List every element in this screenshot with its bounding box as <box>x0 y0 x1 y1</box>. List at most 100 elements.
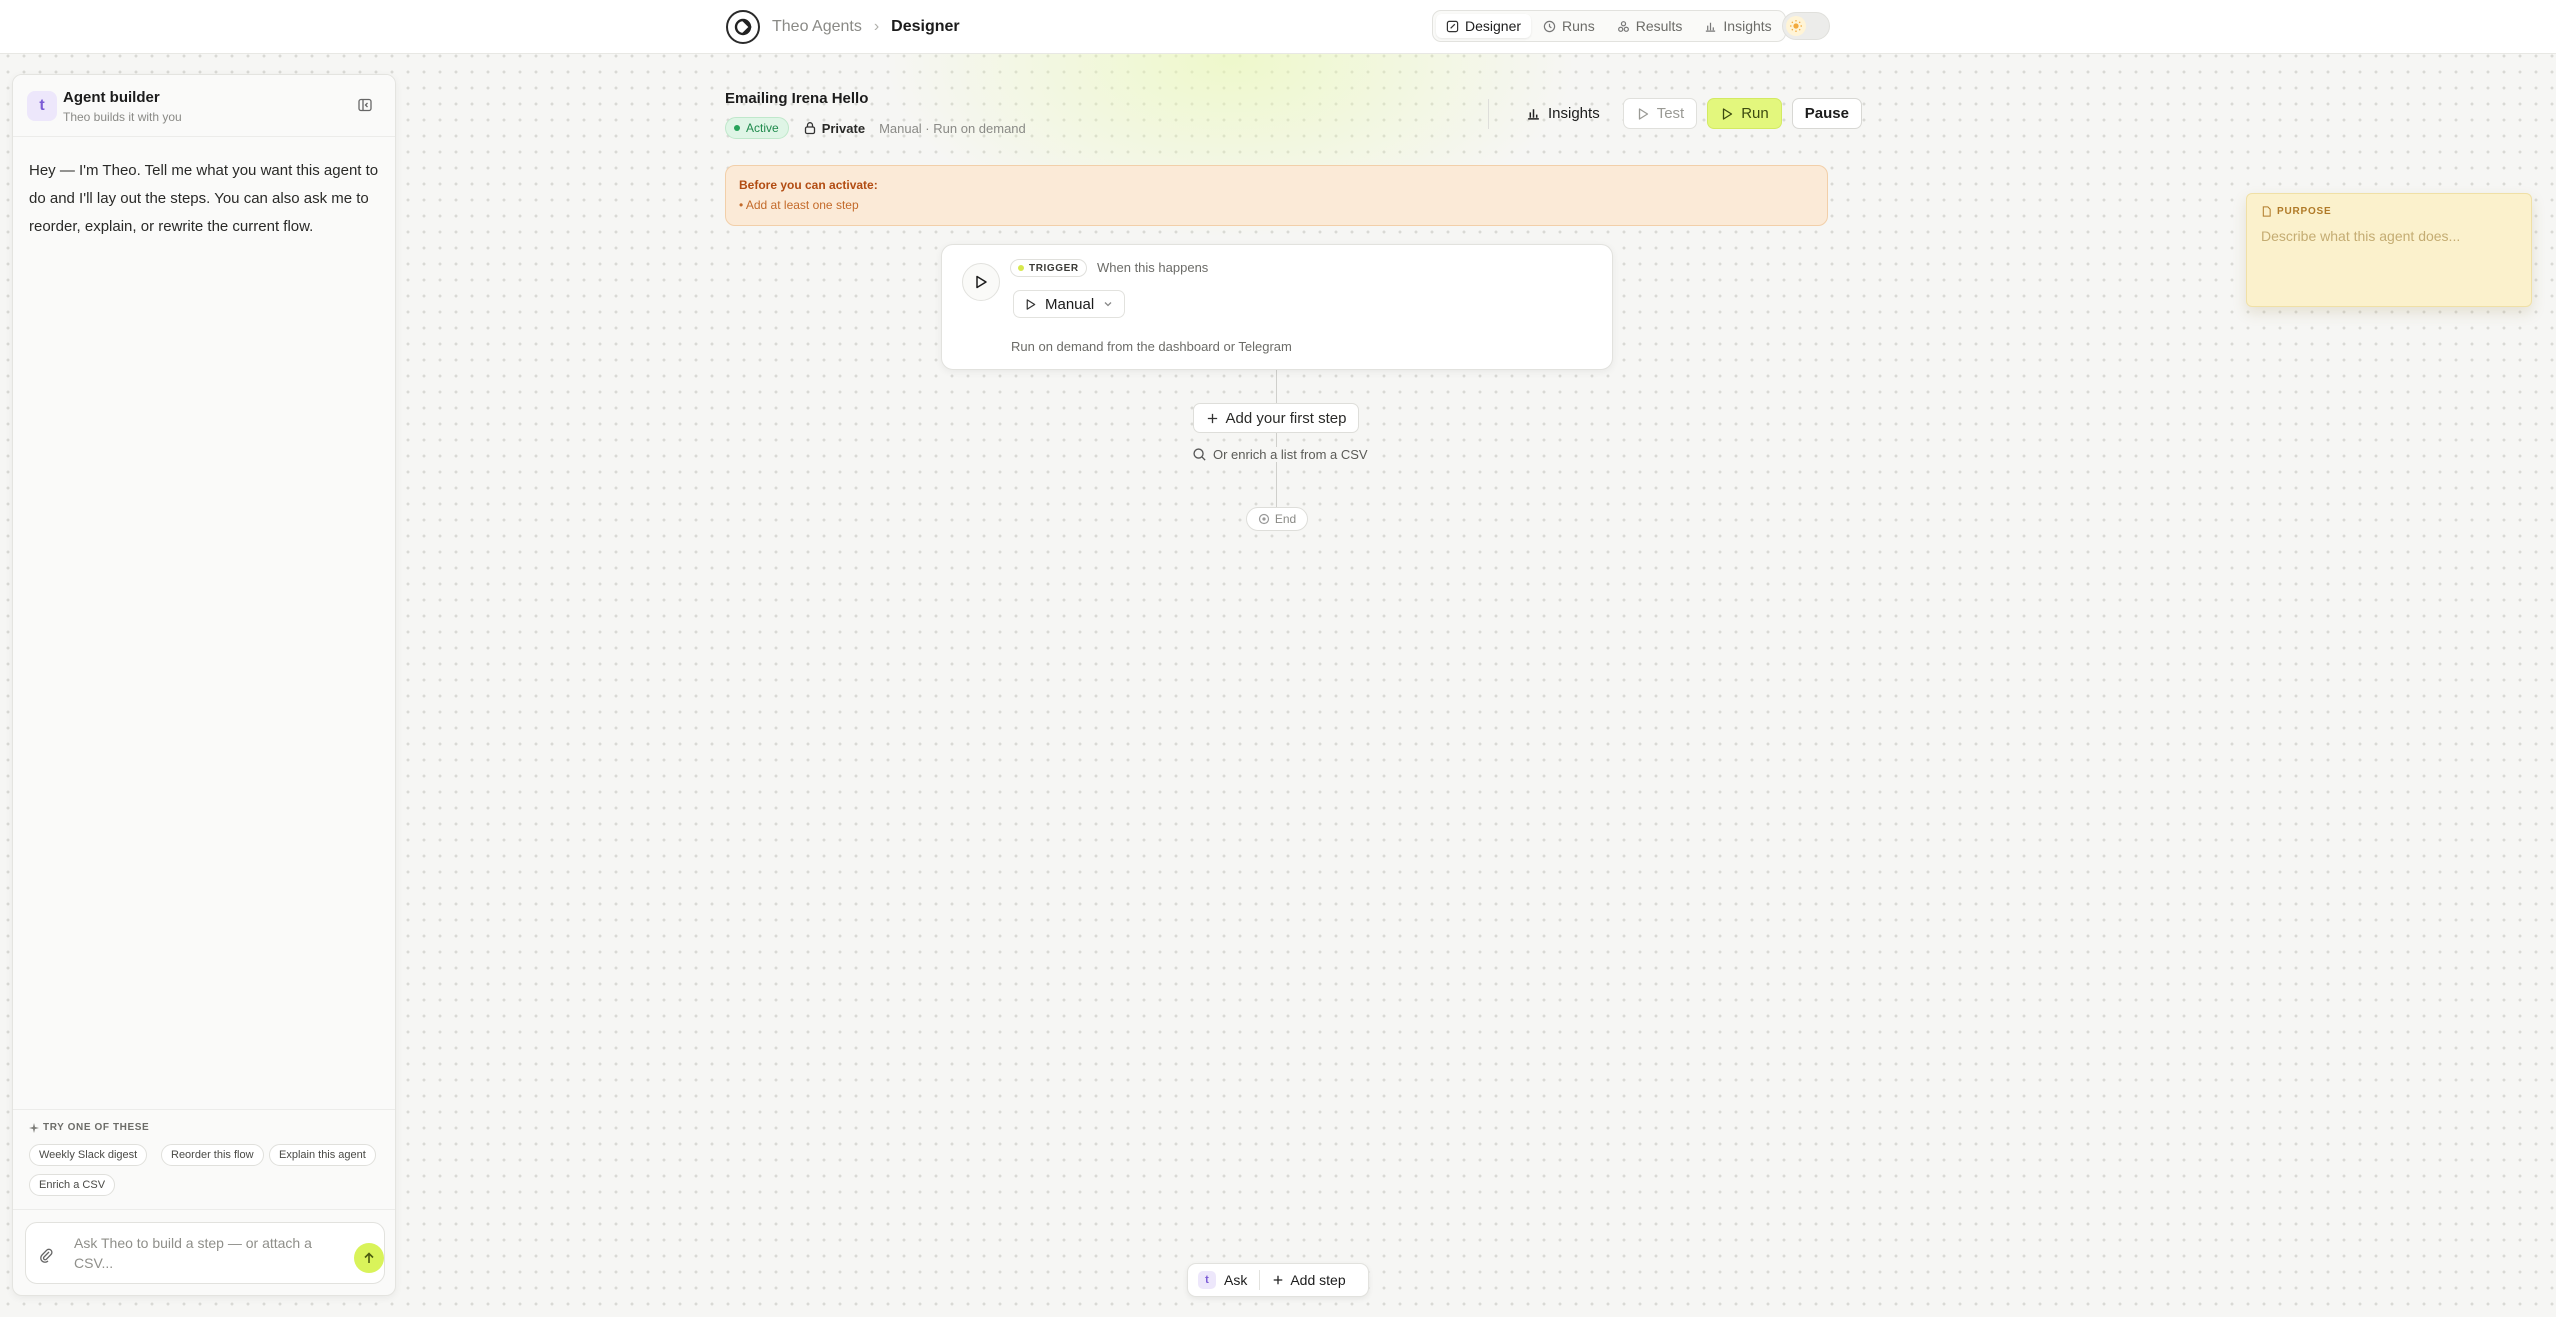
divider <box>1488 98 1489 129</box>
status-badge[interactable]: Active <box>725 117 789 139</box>
breadcrumb-root[interactable]: Theo Agents <box>772 18 862 36</box>
purpose-header: PURPOSE <box>2261 206 2332 217</box>
pencil-icon <box>1446 20 1459 33</box>
visibility-label: Private <box>821 120 866 136</box>
agent-name[interactable]: Emailing Irena Hello <box>725 90 868 107</box>
purpose-note[interactable]: PURPOSE <box>2246 193 2532 307</box>
suggestion-chip[interactable]: Enrich a CSV <box>29 1174 116 1196</box>
breadcrumb: Theo Agents › Designer <box>726 10 960 44</box>
insights-label: Insights <box>1548 105 1600 122</box>
end-label: End <box>1274 512 1297 526</box>
enrich-csv-link[interactable]: Or enrich a list from a CSV <box>1190 447 1370 462</box>
sun-icon <box>1786 16 1806 36</box>
tab-insights[interactable]: Insights <box>1694 14 1781 38</box>
status-dot <box>734 125 740 131</box>
warning-title: Before you can activate: <box>739 178 878 192</box>
run-label: Run <box>1741 105 1769 122</box>
history-icon <box>1543 20 1556 33</box>
play-icon <box>1024 298 1037 311</box>
visibility-toggle[interactable]: Private <box>803 121 865 136</box>
bar-chart-icon <box>1704 20 1717 33</box>
warning-item: • Add at least one step <box>739 198 859 212</box>
suggestions: TRY ONE OF THESE Weekly Slack digest Reo… <box>13 1109 395 1196</box>
results-icon <box>1617 20 1630 33</box>
plus-icon <box>1206 412 1219 425</box>
lock-icon <box>803 121 817 135</box>
paperclip-icon[interactable] <box>38 1247 54 1263</box>
view-tabs: Designer Runs Results Insights <box>1432 10 1786 42</box>
search-icon <box>1192 447 1207 462</box>
add-step-label: Add step <box>1290 1272 1346 1288</box>
trigger-type-select[interactable]: Manual <box>1013 290 1126 318</box>
suggestion-chip[interactable]: Reorder this flow <box>161 1144 264 1166</box>
collapse-panel-icon[interactable] <box>357 97 377 117</box>
theo-avatar: t <box>1198 1271 1216 1289</box>
bottom-toolbar: t Ask Add step <box>1187 1263 1369 1297</box>
purpose-label: PURPOSE <box>2277 206 2332 217</box>
add-first-step-button[interactable]: Add your first step <box>1193 403 1359 433</box>
flow-connector <box>1276 370 1277 403</box>
play-icon <box>1636 107 1650 121</box>
tab-label: Designer <box>1465 18 1522 34</box>
enrich-csv-label: Or enrich a list from a CSV <box>1213 447 1368 462</box>
tab-designer[interactable]: Designer <box>1436 14 1532 38</box>
tab-label: Results <box>1635 18 1683 34</box>
end-node: End <box>1246 507 1308 531</box>
end-circle-icon <box>1258 513 1270 525</box>
ask-label: Ask <box>1224 1272 1248 1288</box>
tab-label: Insights <box>1723 18 1772 34</box>
trigger-card[interactable]: TRIGGER When this happens Manual Run on … <box>941 244 1613 370</box>
sparkle-icon <box>29 1122 39 1133</box>
trigger-dot <box>1018 265 1024 271</box>
tab-runs[interactable]: Runs <box>1533 14 1605 38</box>
trigger-description: Run on demand from the dashboard or Tele… <box>1011 339 1292 354</box>
tab-label: Runs <box>1562 18 1595 34</box>
activation-warning: Before you can activate: • Add at least … <box>725 165 1828 226</box>
panel-header: t Agent builder Theo builds it with you <box>13 75 395 137</box>
run-button[interactable]: Run <box>1707 98 1782 129</box>
suggestion-chip[interactable]: Explain this agent <box>269 1144 376 1166</box>
chevron-down-icon <box>1102 298 1114 310</box>
app-logo-icon[interactable] <box>726 10 760 44</box>
theme-toggle[interactable] <box>1782 12 1830 40</box>
play-icon <box>962 263 1000 301</box>
panel-title: Agent builder <box>63 89 160 106</box>
ask-button[interactable]: t Ask <box>1188 1264 1259 1296</box>
trigger-type-label: Manual <box>1045 295 1095 313</box>
tab-results[interactable]: Results <box>1607 14 1693 38</box>
add-step-button[interactable]: Add step <box>1260 1264 1357 1296</box>
top-bar: Theo Agents › Designer Designer Runs Res… <box>0 0 2556 54</box>
bar-chart-icon <box>1526 106 1541 121</box>
breadcrumb-current: Designer <box>891 18 960 35</box>
pause-button[interactable]: Pause <box>1791 98 1862 129</box>
flow-connector <box>1276 433 1277 507</box>
breadcrumb-separator: › <box>873 18 880 35</box>
chat-input[interactable] <box>74 1233 334 1277</box>
status-label: Active <box>746 121 779 135</box>
suggestions-label: TRY ONE OF THESE <box>43 1122 150 1133</box>
suggestions-header: TRY ONE OF THESE <box>29 1122 149 1133</box>
test-button[interactable]: Test <box>1622 98 1698 129</box>
document-icon <box>2261 206 2272 217</box>
arrow-up-icon <box>362 1251 376 1265</box>
assistant-message: Hey — I'm Theo. Tell me what you want th… <box>29 162 379 235</box>
purpose-input[interactable] <box>2261 228 2519 288</box>
run-mode: Manual · Run on demand <box>879 120 1026 136</box>
panel-subtitle: Theo builds it with you <box>63 110 182 124</box>
trigger-badge-label: TRIGGER <box>1029 262 1079 274</box>
suggestion-chip[interactable]: Weekly Slack digest <box>29 1144 148 1166</box>
test-label: Test <box>1656 105 1685 122</box>
send-button[interactable] <box>354 1243 384 1273</box>
trigger-when: When this happens <box>1097 260 1209 275</box>
composer <box>25 1222 385 1284</box>
agent-builder-panel: t Agent builder Theo builds it with you … <box>12 74 396 1296</box>
theo-avatar: t <box>27 91 57 121</box>
insights-button[interactable]: Insights <box>1513 98 1613 129</box>
composer-section <box>13 1209 395 1295</box>
trigger-badge: TRIGGER <box>1010 259 1087 277</box>
play-icon <box>1720 107 1734 121</box>
agent-meta: Active Private Manual · Run on demand <box>725 117 1026 139</box>
add-first-step-label: Add your first step <box>1225 409 1347 427</box>
agent-actions: Insights Test Run Pause <box>1488 98 1862 129</box>
plus-icon <box>1272 1274 1284 1286</box>
